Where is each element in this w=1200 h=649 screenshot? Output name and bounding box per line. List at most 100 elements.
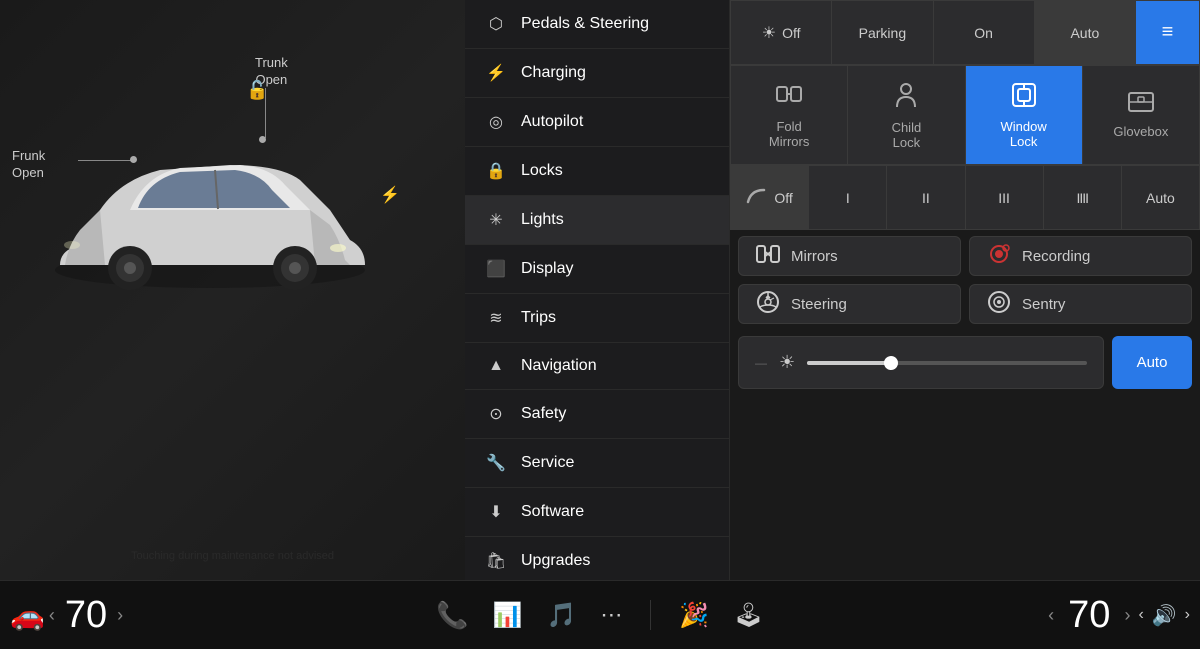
- sidebar-item-software[interactable]: ⬇ Software: [465, 488, 729, 537]
- charging-indicator: ⚡: [380, 185, 400, 205]
- sidebar: ⬡ Pedals & Steering ⚡ Charging ◎ Autopil…: [465, 0, 730, 580]
- sentry-icon: [986, 289, 1012, 319]
- sidebar-item-display[interactable]: ⬛ Display: [465, 245, 729, 294]
- grid-buttons-row: Mirrors Steering Recording: [730, 230, 1200, 330]
- brightness-track[interactable]: [807, 361, 1087, 365]
- wiper-speed-2-label: II: [922, 190, 930, 206]
- brightness-thumb[interactable]: [884, 356, 898, 370]
- wiper-speed-3-label: III: [998, 190, 1010, 206]
- lights-on-button[interactable]: On: [933, 0, 1034, 65]
- sidebar-item-pedals-steering[interactable]: ⬡ Pedals & Steering: [465, 0, 729, 49]
- wiper-off-label: Off: [774, 190, 792, 206]
- sidebar-item-navigation-label: Navigation: [521, 357, 597, 375]
- wiper-speed-4-button[interactable]: IIII: [1043, 165, 1121, 230]
- sidebar-item-locks-label: Locks: [521, 162, 563, 180]
- service-icon: 🔧: [485, 453, 507, 473]
- volume-right-arrow[interactable]: ›: [1185, 606, 1190, 624]
- taskbar-left: 🚗 ‹ 70 ›: [10, 594, 210, 637]
- steering-icon: [755, 289, 781, 319]
- window-lock-label: WindowLock: [1001, 119, 1047, 149]
- navigation-icon: ▲: [485, 357, 507, 375]
- sidebar-item-autopilot-label: Autopilot: [521, 113, 583, 131]
- car-illustration: [30, 110, 390, 310]
- more-icon[interactable]: ⋯: [600, 602, 622, 628]
- speed-right-prev-arrow[interactable]: ‹: [1048, 605, 1054, 626]
- steering-label: Steering: [791, 296, 847, 313]
- glovebox-button[interactable]: Glovebox: [1082, 65, 1200, 165]
- wiper-row: Off I II III IIII Auto: [730, 165, 1200, 230]
- brightness-fill: [807, 361, 891, 365]
- car-view: Trunk Open 🔓 Frunk Open: [0, 0, 465, 580]
- sidebar-item-locks[interactable]: 🔒 Locks: [465, 147, 729, 196]
- sidebar-item-upgrades-label: Upgrades: [521, 552, 590, 570]
- right-speed-display: 70: [1068, 594, 1110, 637]
- lights-parking-button[interactable]: Parking: [831, 0, 932, 65]
- sidebar-item-software-label: Software: [521, 503, 584, 521]
- autopilot-icon: ◎: [485, 112, 507, 132]
- brightness-auto-button[interactable]: Auto: [1112, 336, 1192, 389]
- wiper-speed-3-button[interactable]: III: [965, 165, 1043, 230]
- brightness-slider[interactable]: — ☀: [738, 336, 1104, 389]
- sidebar-item-lights-label: Lights: [521, 211, 564, 229]
- lights-list-button[interactable]: ≡: [1135, 0, 1200, 65]
- mirrors-icon: [755, 243, 781, 269]
- wiper-speed-2-button[interactable]: II: [886, 165, 964, 230]
- taskbar-divider: [650, 600, 651, 630]
- camera-icon[interactable]: 🎵: [547, 601, 577, 630]
- mirrors-button[interactable]: Mirrors: [738, 236, 961, 276]
- light-mode-row: ☀ Off Parking On Auto ≡: [730, 0, 1200, 65]
- window-lock-button[interactable]: WindowLock: [965, 65, 1082, 165]
- party-icon[interactable]: 🎉: [679, 601, 709, 630]
- sidebar-item-lights[interactable]: ✳ Lights: [465, 196, 729, 245]
- volume-left-arrow[interactable]: ‹: [1138, 606, 1143, 624]
- wiper-auto-button[interactable]: Auto: [1121, 165, 1200, 230]
- right-panel: ☀ Off Parking On Auto ≡ FoldMirrors: [730, 0, 1200, 580]
- sidebar-item-service[interactable]: 🔧 Service: [465, 439, 729, 488]
- recording-label: Recording: [1022, 248, 1090, 265]
- wiper-speed-1-button[interactable]: I: [808, 165, 886, 230]
- lights-icon: ✳: [485, 210, 507, 230]
- lights-auto-button[interactable]: Auto: [1034, 0, 1135, 65]
- fold-mirrors-label: FoldMirrors: [769, 119, 809, 149]
- taskbar-center: 📞 📊 🎵 ⋯ 🎉 🕹: [210, 600, 990, 631]
- sidebar-item-safety-label: Safety: [521, 405, 566, 423]
- recording-button[interactable]: Recording: [969, 236, 1192, 276]
- sidebar-item-autopilot[interactable]: ◎ Autopilot: [465, 98, 729, 147]
- locks-icon: 🔒: [485, 161, 507, 181]
- child-lock-button[interactable]: ChildLock: [847, 65, 964, 165]
- lock-buttons-row: FoldMirrors ChildLock WindowLock Glovebo…: [730, 65, 1200, 165]
- lights-off-label: Off: [782, 25, 800, 41]
- fold-mirrors-button[interactable]: FoldMirrors: [730, 65, 847, 165]
- sidebar-item-safety[interactable]: ⊙ Safety: [465, 390, 729, 439]
- speed-left-next-arrow[interactable]: ›: [117, 605, 123, 626]
- software-icon: ⬇: [485, 502, 507, 522]
- speed-left-prev-arrow[interactable]: ‹: [49, 605, 55, 626]
- brightness-sun-icon: ☀: [779, 352, 795, 373]
- taskbar-right: ‹ 70 › ‹ 🔊 ›: [990, 594, 1190, 637]
- display-icon: ⬛: [485, 259, 507, 279]
- safety-icon: ⊙: [485, 404, 507, 424]
- car-icon[interactable]: 🚗: [10, 599, 45, 632]
- steering-button[interactable]: Steering: [738, 284, 961, 324]
- lights-off-icon: ☀: [762, 23, 776, 43]
- sidebar-item-trips-label: Trips: [521, 309, 556, 327]
- sidebar-item-upgrades[interactable]: 🛍 Upgrades: [465, 537, 729, 580]
- music-icon[interactable]: 📊: [493, 601, 523, 630]
- sidebar-item-navigation[interactable]: ▲ Navigation: [465, 343, 729, 390]
- glovebox-icon: [1127, 91, 1155, 116]
- phone-icon[interactable]: 📞: [436, 600, 468, 631]
- sidebar-item-trips[interactable]: ≋ Trips: [465, 294, 729, 343]
- sentry-button[interactable]: Sentry: [969, 284, 1192, 324]
- charging-icon: ⚡: [485, 63, 507, 83]
- lights-on-label: On: [974, 25, 993, 41]
- sidebar-item-charging[interactable]: ⚡ Charging: [465, 49, 729, 98]
- upgrades-icon: 🛍: [485, 551, 507, 571]
- sidebar-item-charging-label: Charging: [521, 64, 586, 82]
- joystick-icon[interactable]: 🕹: [733, 601, 763, 630]
- speed-right-next-arrow[interactable]: ›: [1124, 605, 1130, 626]
- wiper-off-button[interactable]: Off: [730, 165, 808, 230]
- lights-off-button[interactable]: ☀ Off: [730, 0, 831, 65]
- volume-icon[interactable]: 🔊: [1152, 603, 1177, 628]
- lock-icon-car: 🔓: [246, 80, 268, 101]
- child-lock-icon: [895, 81, 917, 112]
